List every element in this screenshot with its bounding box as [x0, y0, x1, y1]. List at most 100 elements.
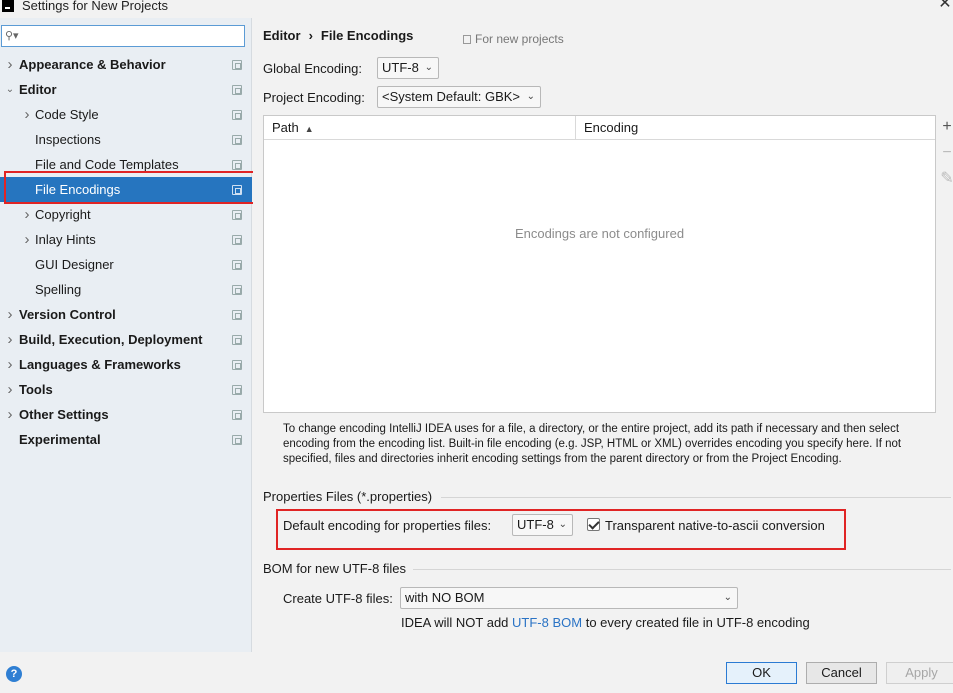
native-to-ascii-label[interactable]: Transparent native-to-ascii conversion — [605, 518, 825, 533]
copy-icon — [232, 410, 242, 420]
copy-icon — [463, 35, 471, 44]
settings-search-input[interactable] — [22, 28, 240, 44]
sidebar-item-label: Copyright — [35, 207, 91, 222]
properties-files-title: Properties Files (*.properties) — [263, 489, 433, 504]
chevron-down-icon[interactable]: ⌄ — [5, 77, 15, 102]
column-header-encoding[interactable]: Encoding — [576, 116, 935, 140]
settings-search-box[interactable]: ⚲▾ — [1, 25, 245, 47]
sidebar-item-experimental[interactable]: Experimental — [0, 427, 252, 452]
create-utf8-label: Create UTF-8 files: — [283, 591, 393, 606]
sidebar-item-label: Appearance & Behavior — [19, 57, 166, 72]
bom-separator — [413, 569, 951, 570]
bom-note: IDEA will NOT add UTF-8 BOM to every cre… — [401, 615, 810, 630]
bom-note-after: to every created file in UTF-8 encoding — [582, 615, 810, 630]
edit-icon[interactable]: ✎ — [940, 171, 953, 187]
sidebar-item-label: File Encodings — [35, 182, 121, 197]
sidebar-item-spelling[interactable]: Spelling — [0, 277, 252, 302]
sidebar-item-languages-frameworks[interactable]: › Languages & Frameworks — [0, 352, 252, 377]
chevron-down-icon: ⌄ — [424, 62, 433, 73]
sidebar-item-gui-designer[interactable]: GUI Designer — [0, 252, 252, 277]
close-icon[interactable]: ✕ — [937, 0, 953, 12]
copy-icon — [232, 360, 242, 370]
copy-icon — [232, 260, 242, 270]
sidebar-item-label: Build, Execution, Deployment — [19, 332, 203, 347]
encoding-description: To change encoding IntelliJ IDEA uses fo… — [283, 423, 902, 465]
copy-icon — [232, 310, 242, 320]
copy-icon — [232, 385, 242, 395]
chevron-right-icon[interactable]: › — [5, 377, 15, 402]
create-utf8-dropdown[interactable]: with NO BOM ⌄ — [400, 587, 738, 609]
utf8-bom-link[interactable]: UTF-8 BOM — [512, 615, 582, 630]
sidebar-item-file-and-code-templates[interactable]: File and Code Templates — [0, 152, 252, 177]
breadcrumb-separator: › — [308, 28, 313, 43]
sidebar-item-file-encodings[interactable]: File Encodings — [0, 177, 252, 202]
copy-icon — [232, 135, 242, 145]
copy-icon — [232, 210, 242, 220]
sidebar-item-copyright[interactable]: › Copyright — [0, 202, 252, 227]
dialog-footer: ? OK Cancel Apply — [0, 652, 953, 693]
chevron-down-icon: ⌄ — [526, 91, 535, 102]
bom-title: BOM for new UTF-8 files — [263, 561, 407, 576]
chevron-right-icon[interactable]: › — [5, 352, 15, 377]
project-encoding-dropdown[interactable]: <System Default: GBK> ⌄ — [377, 86, 541, 108]
ok-button[interactable]: OK — [726, 662, 797, 684]
chevron-right-icon[interactable]: › — [5, 402, 15, 427]
sidebar-item-other-settings[interactable]: › Other Settings — [0, 402, 252, 427]
sidebar-item-label: Other Settings — [19, 407, 109, 422]
chevron-right-icon[interactable]: › — [22, 227, 32, 252]
sidebar-item-tools[interactable]: › Tools — [0, 377, 252, 402]
sidebar-item-label: Version Control — [19, 307, 116, 322]
chevron-right-icon[interactable]: › — [5, 327, 15, 352]
global-encoding-label: Global Encoding: — [263, 61, 363, 76]
window-title: Settings for New Projects — [22, 0, 168, 13]
properties-default-label: Default encoding for properties files: — [283, 518, 492, 533]
copy-icon — [232, 435, 242, 445]
copy-icon — [232, 110, 242, 120]
properties-encoding-value: UTF-8 — [517, 517, 554, 532]
chevron-right-icon[interactable]: › — [5, 302, 15, 327]
properties-encoding-dropdown[interactable]: UTF-8 ⌄ — [512, 514, 573, 536]
scope-note-text: For new projects — [475, 32, 564, 46]
remove-icon[interactable]: − — [940, 145, 953, 161]
project-encoding-value: <System Default: GBK> — [382, 89, 521, 104]
encodings-table[interactable]: Path ▲ Encoding Encodings are not configu… — [263, 115, 936, 413]
copy-icon — [232, 235, 242, 245]
chevron-right-icon[interactable]: › — [5, 52, 15, 77]
sidebar-item-label: Editor — [19, 82, 57, 97]
chevron-right-icon[interactable]: › — [22, 202, 32, 227]
sidebar-item-code-style[interactable]: › Code Style — [0, 102, 252, 127]
sidebar-item-label: Experimental — [19, 432, 101, 447]
apply-button[interactable]: Apply — [886, 662, 953, 684]
sidebar-item-editor[interactable]: ⌄ Editor — [0, 77, 252, 102]
breadcrumb-current: File Encodings — [320, 28, 414, 43]
sidebar-item-inspections[interactable]: Inspections — [0, 127, 252, 152]
search-icon: ⚲▾ — [5, 30, 19, 42]
sidebar-item-build-execution-deployment[interactable]: › Build, Execution, Deployment — [0, 327, 252, 352]
sidebar-item-label: GUI Designer — [35, 257, 114, 272]
sidebar-item-label: Spelling — [35, 282, 82, 297]
column-header-path[interactable]: Path ▲ — [264, 116, 576, 140]
breadcrumb-parent[interactable]: Editor — [263, 28, 301, 43]
sidebar-item-appearance-behavior[interactable]: › Appearance & Behavior — [0, 52, 252, 77]
sidebar-item-version-control[interactable]: › Version Control — [0, 302, 252, 327]
settings-tree: › Appearance & Behavior ⌄ Editor › Code Style… — [0, 52, 252, 452]
help-icon[interactable]: ? — [6, 666, 22, 682]
copy-icon — [232, 85, 242, 95]
add-icon[interactable]: + — [940, 119, 953, 135]
copy-icon — [232, 160, 242, 170]
sidebar-item-label: Inspections — [35, 132, 101, 147]
native-to-ascii-checkbox[interactable] — [587, 518, 600, 531]
sidebar-item-label: Inlay Hints — [35, 232, 96, 247]
copy-icon — [232, 285, 242, 295]
chevron-down-icon: ⌄ — [723, 592, 732, 603]
sidebar-item-inlay-hints[interactable]: › Inlay Hints — [0, 227, 252, 252]
table-empty-text: Encodings are not configured — [514, 226, 685, 241]
sort-ascending-icon: ▲ — [304, 124, 314, 134]
cancel-button[interactable]: Cancel — [806, 662, 877, 684]
global-encoding-value: UTF-8 — [382, 60, 419, 75]
column-header-encoding-label: Encoding — [584, 120, 639, 135]
global-encoding-dropdown[interactable]: UTF-8 ⌄ — [377, 57, 439, 79]
create-utf8-value: with NO BOM — [405, 590, 485, 605]
sidebar-item-label: Tools — [19, 382, 53, 397]
chevron-right-icon[interactable]: › — [22, 102, 32, 127]
